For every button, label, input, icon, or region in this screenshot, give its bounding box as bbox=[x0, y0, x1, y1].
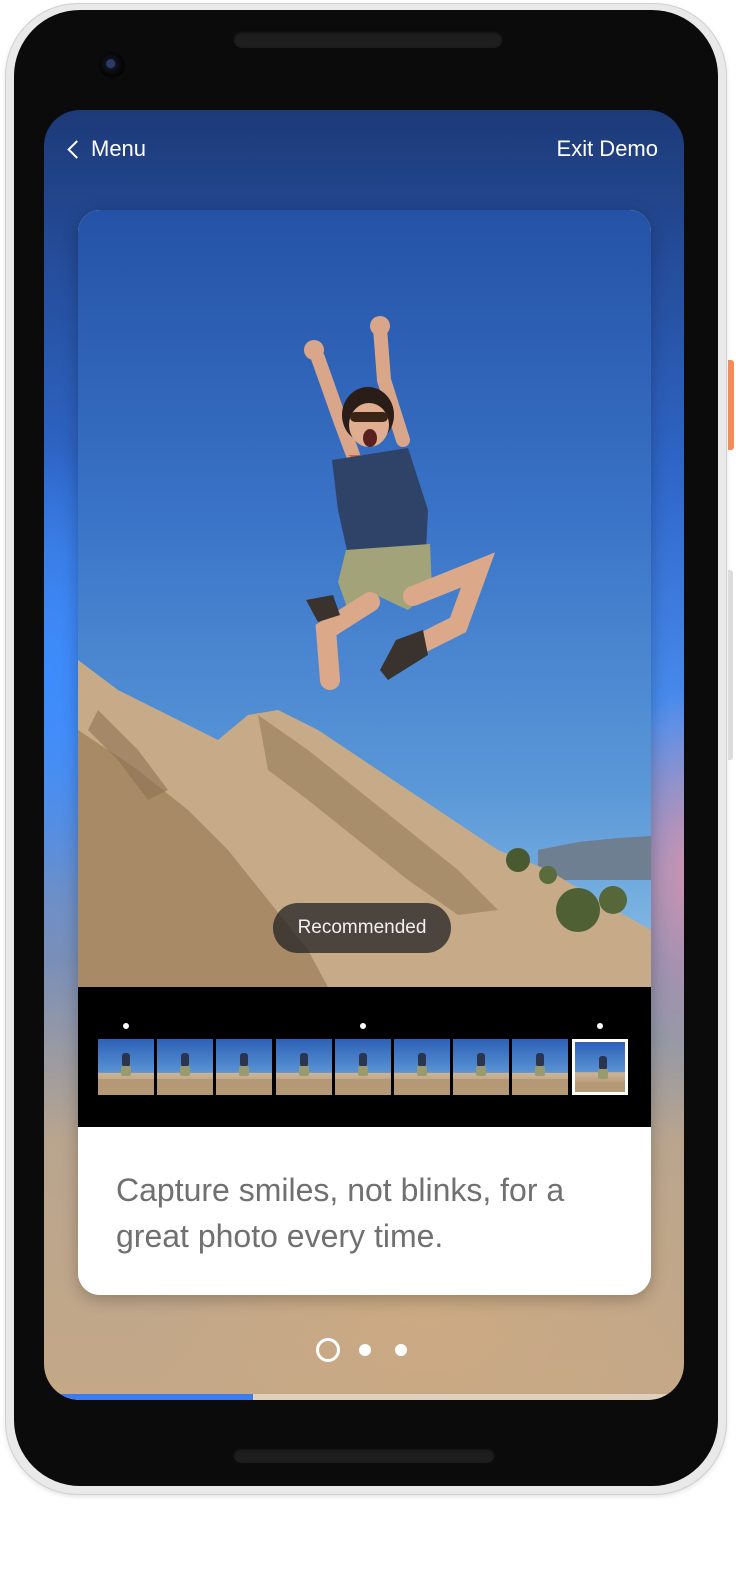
jumping-woman-photo-illustration bbox=[78, 316, 651, 987]
recommended-badge: Recommended bbox=[273, 903, 451, 953]
filmstrip-frame[interactable] bbox=[276, 1039, 332, 1095]
filmstrip-frame[interactable] bbox=[98, 1039, 154, 1095]
page-indicator bbox=[44, 1338, 684, 1362]
filmstrip-frame[interactable] bbox=[512, 1039, 568, 1095]
page-dot[interactable] bbox=[395, 1344, 407, 1356]
feature-card: Recommended Capture smiles, not blinks, … bbox=[78, 210, 651, 1295]
demo-progress-fill bbox=[56, 1394, 254, 1400]
frame-marker bbox=[123, 1023, 129, 1029]
frame-marker bbox=[360, 1023, 366, 1029]
frame-marker bbox=[597, 1023, 603, 1029]
filmstrip-frame[interactable] bbox=[216, 1039, 272, 1095]
demo-progress-bar bbox=[56, 1394, 672, 1400]
menu-back-link[interactable]: Menu bbox=[67, 136, 147, 162]
filmstrip-frame-selected[interactable] bbox=[572, 1039, 628, 1095]
page-dot[interactable] bbox=[359, 1344, 371, 1356]
filmstrip-frame[interactable] bbox=[453, 1039, 509, 1095]
caption-text: Capture smiles, not blinks, for a great … bbox=[116, 1172, 565, 1254]
exit-demo-link[interactable]: Exit Demo bbox=[557, 136, 658, 162]
filmstrip bbox=[78, 987, 651, 1127]
device-screen: Menu Exit Demo Recommended Capture smile… bbox=[44, 110, 684, 1400]
front-camera bbox=[99, 52, 125, 78]
menu-label: Menu bbox=[91, 136, 147, 161]
filmstrip-frame[interactable] bbox=[394, 1039, 450, 1095]
top-navigation: Menu Exit Demo bbox=[44, 136, 684, 172]
top-speaker-grille bbox=[233, 30, 503, 48]
power-button bbox=[728, 360, 734, 450]
volume-button bbox=[728, 570, 733, 760]
filmstrip-frame[interactable] bbox=[157, 1039, 213, 1095]
filmstrip-frame[interactable] bbox=[335, 1039, 391, 1095]
recommended-photo: Recommended bbox=[78, 210, 651, 987]
page-dot-active[interactable] bbox=[316, 1338, 340, 1362]
bottom-speaker-grille bbox=[233, 1447, 495, 1463]
caption-panel: Capture smiles, not blinks, for a great … bbox=[78, 1127, 651, 1295]
chevron-left-icon bbox=[67, 140, 86, 159]
